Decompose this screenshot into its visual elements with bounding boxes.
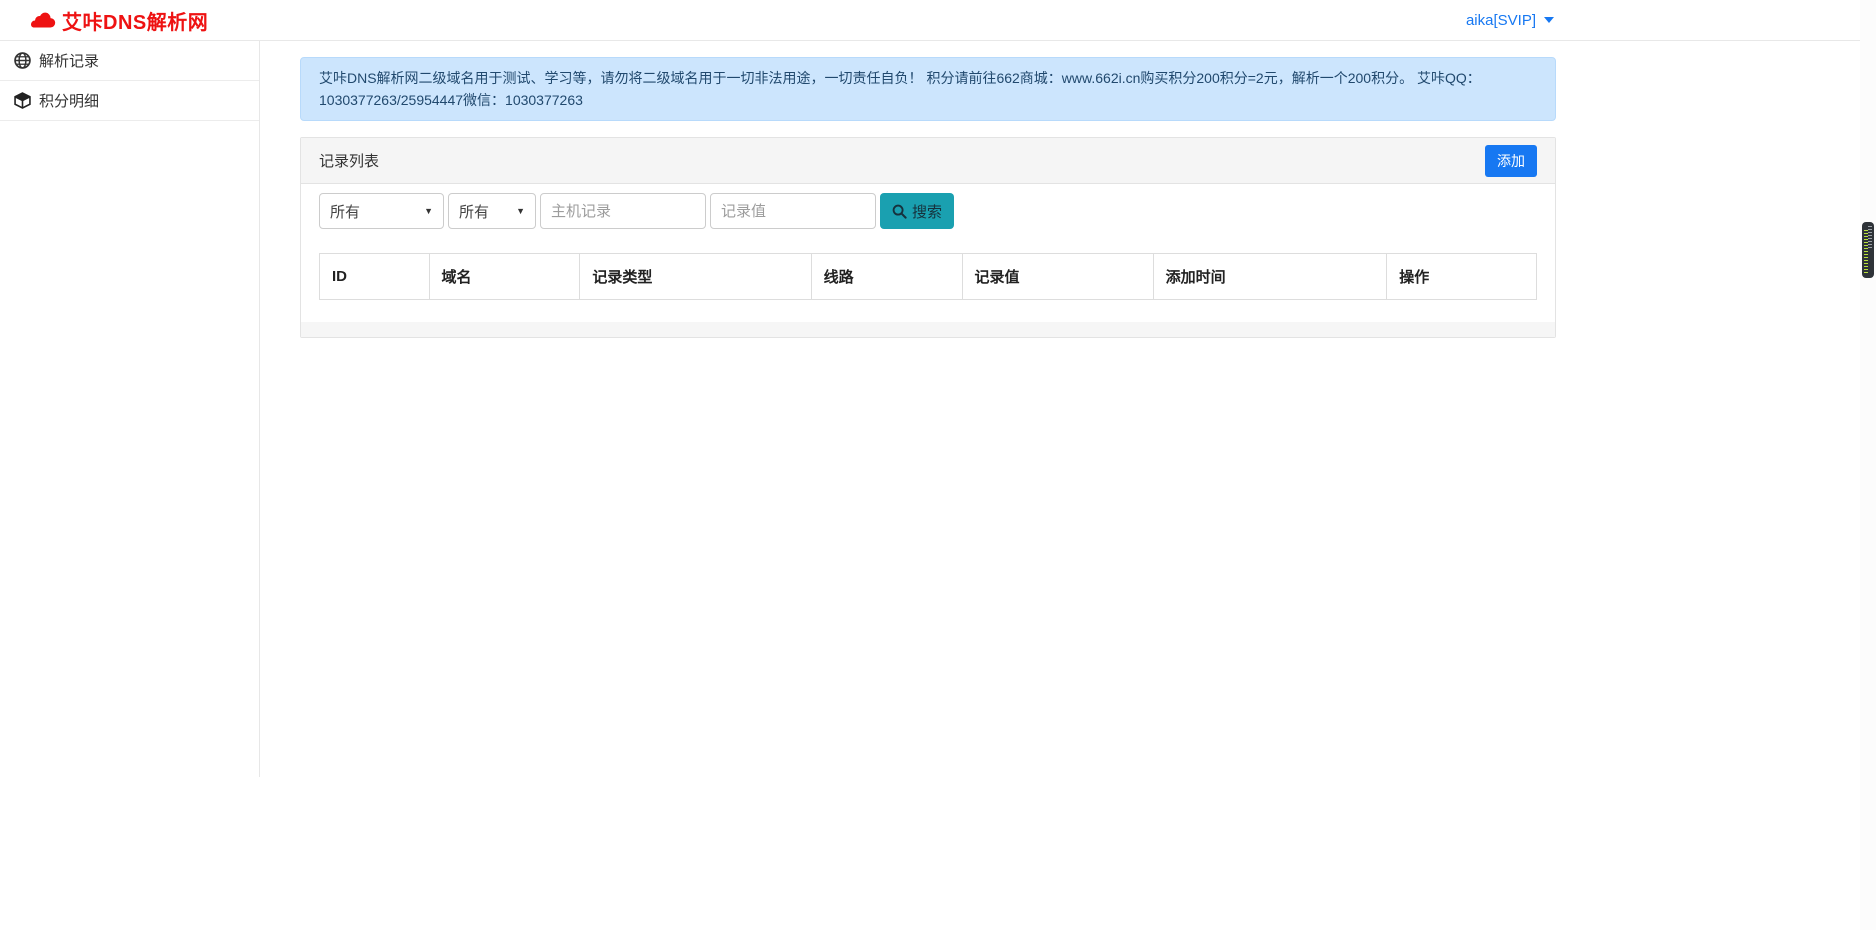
sidebar-item-resolve-records[interactable]: 解析记录: [0, 41, 259, 81]
col-header-added-time: 添加时间: [1153, 254, 1387, 300]
user-dropdown[interactable]: aika[SVIP]: [1466, 12, 1554, 29]
add-record-button[interactable]: 添加: [1485, 145, 1537, 177]
select-caret-icon: ▼: [516, 206, 525, 216]
records-table: ID 域名 记录类型 线路 记录值 添加时间 操作: [319, 253, 1537, 300]
col-header-line: 线路: [811, 254, 962, 300]
panel-title: 记录列表: [319, 150, 379, 171]
scrollbar-thumb-stripes: [1868, 226, 1872, 250]
cube-icon: [14, 92, 31, 109]
domain-filter-select[interactable]: 所有 ▼: [319, 193, 444, 229]
search-button[interactable]: 搜索: [880, 193, 954, 229]
sidebar-item-points-detail[interactable]: 积分明细: [0, 81, 259, 121]
col-header-domain: 域名: [429, 254, 580, 300]
col-header-record-type: 记录类型: [580, 254, 811, 300]
records-table-header-row: ID 域名 记录类型 线路 记录值 添加时间 操作: [320, 254, 1537, 300]
scrollbar-track[interactable]: [1860, 0, 1876, 930]
sidebar: 解析记录 积分明细: [0, 41, 260, 777]
notice-line-2: 1030377263/25954447微信：1030377263: [319, 89, 1537, 111]
filter-bar: 所有 ▼ 所有 ▼ 搜索: [319, 193, 1537, 229]
col-header-record-value: 记录值: [962, 254, 1153, 300]
host-record-input[interactable]: [540, 193, 706, 229]
brand-logo[interactable]: 艾咔DNS解析网: [30, 6, 208, 35]
sidebar-item-label: 解析记录: [39, 50, 99, 71]
user-name: aika[SVIP]: [1466, 12, 1536, 29]
panel-footer: [301, 322, 1555, 337]
caret-down-icon: [1544, 17, 1554, 23]
record-value-input[interactable]: [710, 193, 876, 229]
record-list-panel: 记录列表 添加 所有 ▼ 所有 ▼: [300, 137, 1556, 338]
col-header-id: ID: [320, 254, 430, 300]
scrollbar-thumb[interactable]: [1862, 222, 1874, 278]
topbar: 艾咔DNS解析网 aika[SVIP]: [0, 0, 1876, 41]
panel-heading: 记录列表 添加: [301, 138, 1555, 184]
type-filter-select[interactable]: 所有 ▼: [448, 193, 536, 229]
type-filter-value: 所有: [459, 201, 489, 222]
select-caret-icon: ▼: [424, 206, 433, 216]
globe-icon: [14, 52, 31, 69]
domain-filter-value: 所有: [330, 201, 360, 222]
search-icon: [892, 204, 907, 219]
panel-body: 所有 ▼ 所有 ▼ 搜索: [301, 184, 1555, 300]
notice-line-1: 艾咔DNS解析网二级域名用于测试、学习等，请勿将二级域名用于一切非法用途，一切责…: [319, 67, 1537, 89]
main-content: 艾咔DNS解析网二级域名用于测试、学习等，请勿将二级域名用于一切非法用途，一切责…: [300, 41, 1556, 338]
cloud-icon: [30, 11, 56, 29]
brand-title: 艾咔DNS解析网: [62, 6, 208, 35]
search-button-label: 搜索: [912, 201, 942, 222]
notice-banner: 艾咔DNS解析网二级域名用于测试、学习等，请勿将二级域名用于一切非法用途，一切责…: [300, 57, 1556, 121]
col-header-actions: 操作: [1387, 254, 1537, 300]
sidebar-item-label: 积分明细: [39, 90, 99, 111]
